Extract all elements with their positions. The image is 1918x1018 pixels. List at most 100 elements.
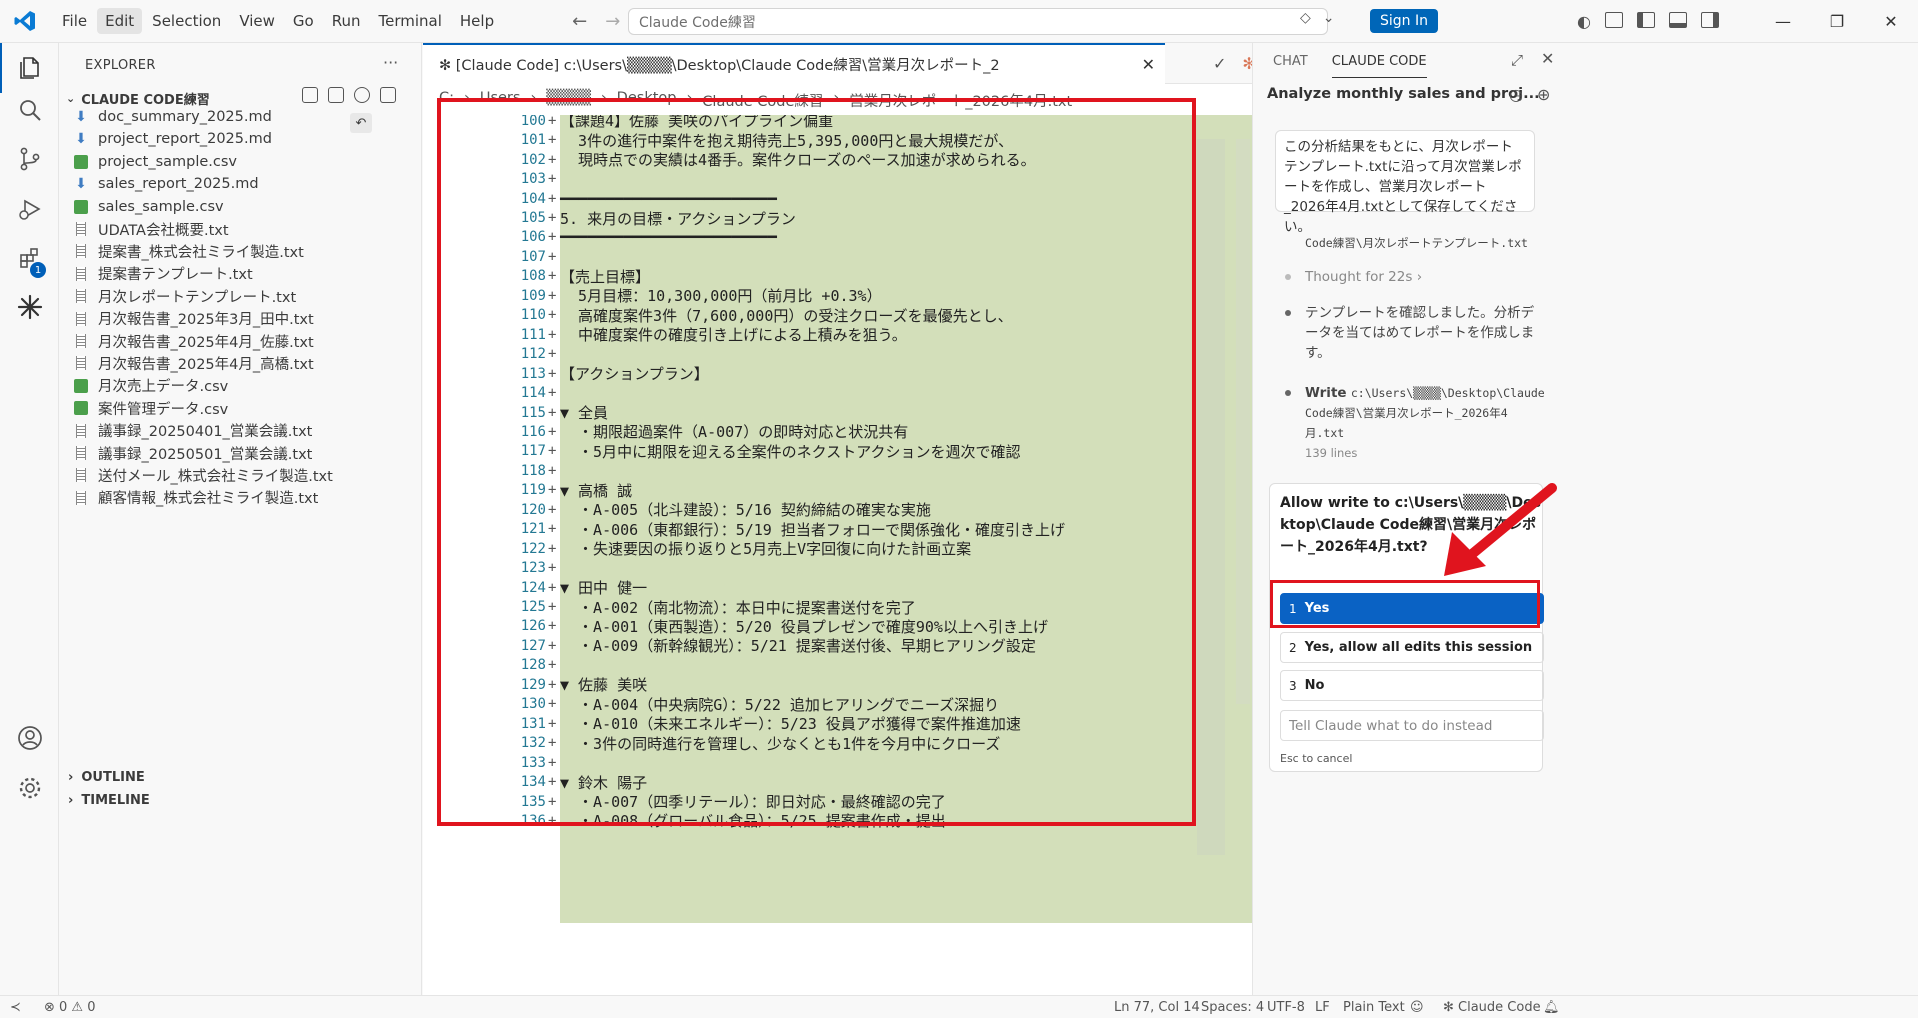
file-item[interactable]: ⬇ project_report_2025.md bbox=[74, 128, 272, 150]
collapse-all-icon[interactable] bbox=[380, 87, 396, 103]
extensions-icon[interactable]: 1 bbox=[0, 234, 59, 284]
file-name: 議事録_20250401_営業会議.txt bbox=[98, 424, 313, 441]
source-control-icon[interactable] bbox=[0, 134, 59, 184]
file-item[interactable]: 月次報告書_2025年4月_高橋.txt bbox=[74, 352, 314, 374]
command-center-search[interactable]: Claude Code練習 bbox=[628, 8, 1328, 35]
file-name: sales_sample.csv bbox=[98, 198, 224, 215]
close-panel-icon[interactable]: ✕ bbox=[1541, 49, 1554, 68]
write-line-count: 139 lines bbox=[1305, 446, 1358, 460]
write-tool-call: Write c:\Users\▒▒▒▒\Desktop\Claude Code練… bbox=[1285, 383, 1545, 463]
overview-ruler[interactable] bbox=[1236, 139, 1250, 704]
outline-section[interactable]: › OUTLINE bbox=[68, 770, 145, 785]
file-name: sales_report_2025.md bbox=[98, 176, 259, 193]
restore-icon[interactable]: ❐ bbox=[1810, 0, 1864, 43]
activity-bar: 1 bbox=[0, 43, 59, 995]
toggle-panel-icon[interactable] bbox=[1668, 12, 1687, 28]
folder-name: CLAUDE CODE練習 bbox=[81, 92, 210, 108]
language-mode[interactable]: Plain Text bbox=[1343, 1000, 1405, 1015]
claude-code-icon[interactable] bbox=[0, 282, 59, 332]
customize-layout-icon[interactable] bbox=[1604, 12, 1623, 28]
markdown-file-icon: ⬇ bbox=[75, 176, 87, 193]
remote-icon[interactable]: ≺ bbox=[10, 1000, 21, 1015]
maximize-icon[interactable]: ⤢ bbox=[1511, 51, 1523, 69]
back-arrow-icon[interactable]: ← bbox=[572, 11, 587, 32]
annotation-red-box bbox=[437, 98, 1196, 826]
revert-block-icon[interactable]: ↶ bbox=[350, 113, 372, 133]
close-window-icon[interactable]: ✕ bbox=[1864, 0, 1918, 43]
tab-claude-code[interactable]: CLAUDE CODE bbox=[1331, 46, 1427, 78]
file-item[interactable]: 月次レポートテンプレート.txt bbox=[74, 285, 296, 307]
file-name: 提案書_株式会社ミライ製造.txt bbox=[98, 244, 304, 261]
search-icon[interactable] bbox=[0, 85, 59, 135]
account-shield-icon[interactable]: ◐ bbox=[1577, 12, 1591, 31]
copilot-status-icon[interactable]: ☺ bbox=[1410, 1000, 1424, 1015]
thought-toggle[interactable]: Thought for 22s › bbox=[1285, 267, 1422, 287]
new-file-icon[interactable] bbox=[302, 87, 318, 103]
cursor-position[interactable]: Ln 77, Col 14 bbox=[1114, 1000, 1200, 1015]
file-item[interactable]: ⬇ sales_report_2025.md bbox=[74, 173, 259, 195]
indentation[interactable]: Spaces: 4 bbox=[1201, 1000, 1264, 1015]
layout-controls: ◐ bbox=[1577, 12, 1719, 31]
instead-input[interactable]: Tell Claude what to do instead bbox=[1280, 710, 1544, 741]
accept-check-icon[interactable]: ✓ bbox=[1213, 54, 1226, 73]
menu-item-help[interactable]: Help bbox=[452, 8, 502, 34]
file-item[interactable]: 提案書_株式会社ミライ製造.txt bbox=[74, 240, 304, 262]
toggle-secondary-sidebar-icon[interactable] bbox=[1700, 12, 1719, 28]
chevron-down-icon[interactable]: ⌄ bbox=[1323, 10, 1335, 26]
toggle-primary-sidebar-icon[interactable] bbox=[1636, 12, 1655, 28]
file-item[interactable]: 議事録_20250401_営業会議.txt bbox=[74, 420, 312, 442]
encoding[interactable]: UTF-8 bbox=[1267, 1000, 1305, 1015]
more-actions-icon[interactable]: ··· bbox=[383, 53, 398, 72]
close-tab-icon[interactable]: ✕ bbox=[1142, 55, 1155, 74]
file-item[interactable]: 送付メール_株式会社ミライ製造.txt bbox=[74, 464, 333, 486]
file-item[interactable]: 顧客情報_株式会社ミライ製造.txt bbox=[74, 487, 318, 509]
line-ending[interactable]: LF bbox=[1315, 1000, 1330, 1015]
tab-chat[interactable]: CHAT bbox=[1273, 46, 1308, 78]
command-center-label: Claude Code練習 bbox=[639, 14, 756, 31]
tab-diff-report[interactable]: ✻ [Claude Code] c:\Users\▒▒▒▒\Desktop\Cl… bbox=[423, 43, 1165, 84]
file-item[interactable]: UDATA会社概要.txt bbox=[74, 218, 229, 240]
file-item[interactable]: 月次売上データ.csv bbox=[74, 375, 228, 397]
file-item[interactable]: 月次報告書_2025年4月_佐藤.txt bbox=[74, 330, 314, 352]
minimap-highlight[interactable] bbox=[1197, 139, 1225, 855]
new-session-icon[interactable]: ⊕ bbox=[1537, 85, 1550, 104]
file-item[interactable]: project_sample.csv bbox=[74, 151, 237, 173]
read-path: Code練習\月次レポートテンプレート.txt bbox=[1305, 236, 1528, 250]
option-no-button[interactable]: 3 No bbox=[1280, 670, 1544, 701]
menu-item-file[interactable]: File bbox=[54, 8, 95, 34]
timeline-section[interactable]: › TIMELINE bbox=[68, 793, 150, 808]
refresh-icon[interactable] bbox=[354, 87, 370, 103]
file-item[interactable]: 月次報告書_2025年3月_田中.txt bbox=[74, 308, 314, 330]
problems-indicator[interactable]: ⊗ 0 ⚠ 0 bbox=[44, 1000, 96, 1015]
file-item[interactable]: 議事録_20250501_営業会議.txt bbox=[74, 442, 312, 464]
file-item[interactable]: sales_sample.csv bbox=[74, 196, 224, 218]
sign-in-button[interactable]: Sign In bbox=[1370, 9, 1438, 33]
csv-file-icon bbox=[74, 378, 88, 393]
file-item[interactable]: 案件管理データ.csv bbox=[74, 397, 228, 419]
menu-item-terminal[interactable]: Terminal bbox=[371, 8, 450, 34]
status-bar: ≺ ⊗ 0 ⚠ 0 Ln 77, Col 14 Spaces: 4 UTF-8 … bbox=[0, 995, 1918, 1018]
run-debug-icon[interactable] bbox=[0, 184, 59, 234]
menu-item-selection[interactable]: Selection bbox=[144, 8, 229, 34]
file-name: 案件管理データ.csv bbox=[98, 401, 229, 418]
window-controls: — ❐ ✕ bbox=[1756, 0, 1918, 43]
outline-label: OUTLINE bbox=[81, 770, 145, 785]
file-item[interactable]: ⬇ doc_summary_2025.md bbox=[74, 106, 272, 128]
copilot-icon[interactable]: ◇ bbox=[1300, 10, 1311, 26]
file-item[interactable]: 提案書テンプレート.txt bbox=[74, 263, 253, 285]
claude-code-status[interactable]: ✻ Claude Code bbox=[1443, 1000, 1541, 1015]
new-folder-icon[interactable] bbox=[328, 87, 344, 103]
menu-item-run[interactable]: Run bbox=[324, 8, 369, 34]
account-icon[interactable] bbox=[0, 713, 59, 763]
forward-arrow-icon[interactable]: → bbox=[605, 11, 620, 32]
settings-gear-icon[interactable] bbox=[0, 763, 59, 813]
notifications-bell-icon[interactable]: 🔔︎ bbox=[1543, 1000, 1560, 1015]
history-icon[interactable]: ◷ bbox=[1509, 85, 1523, 104]
option-allow-all-button[interactable]: 2 Yes, allow all edits this session bbox=[1280, 632, 1544, 663]
csv-file-icon bbox=[74, 401, 88, 416]
menu-item-edit[interactable]: Edit bbox=[97, 8, 143, 34]
minimize-icon[interactable]: — bbox=[1756, 0, 1810, 43]
menu-item-go[interactable]: Go bbox=[285, 8, 322, 34]
menu-item-view[interactable]: View bbox=[231, 8, 283, 34]
timeline-label: TIMELINE bbox=[81, 793, 150, 808]
